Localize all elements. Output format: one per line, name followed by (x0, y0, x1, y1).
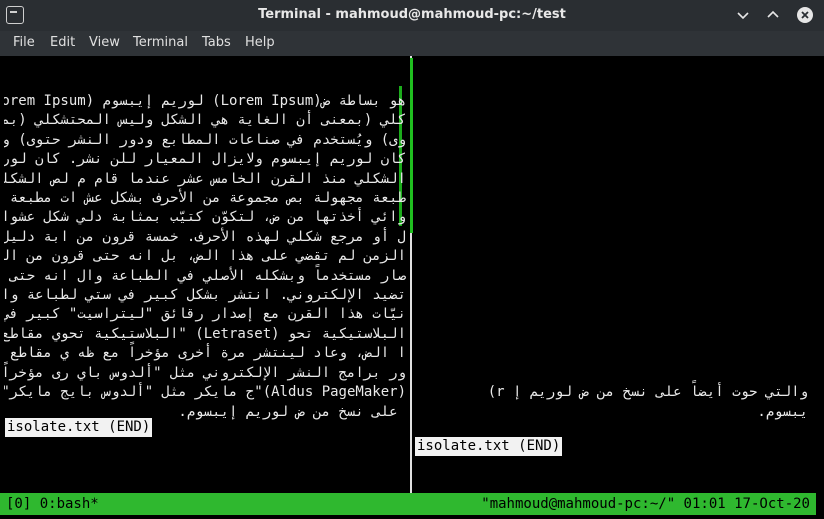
menu-bar: File Edit View Terminal Tabs Help (0, 31, 824, 56)
pane-line: وى) ويُستخدم في صناعات المطابع ودور النش… (4, 131, 406, 148)
active-pane-divider (410, 58, 413, 233)
pane-line (414, 131, 808, 150)
status-window-list[interactable]: [0] 0:bash* (6, 493, 99, 515)
pane-line: تضيد الإلكتروني. انتشر بشكل كبير في ستي … (4, 287, 406, 304)
close-icon (797, 7, 813, 23)
pane-line (414, 344, 808, 363)
pane-line (414, 92, 808, 111)
pane-line: كلي (بمعنى أن الغاية هي الشكل وليس المحت… (4, 112, 406, 129)
left-pane-end-marker: isolate.txt (END) (5, 418, 153, 437)
pane-line (414, 286, 808, 305)
window-title: Terminal - mahmoud@mahmoud-pc:~/test (258, 7, 566, 22)
maximize-button[interactable] (764, 6, 782, 24)
pane-line: ور برامج النشر الإلكتروني مثل "ألدوس باي… (4, 364, 406, 381)
menu-view[interactable]: View (89, 35, 120, 50)
pane-line: كان لوريم إيبسوم ولايزال المعيار للن نشر… (4, 151, 406, 168)
pane-line (414, 208, 808, 227)
pane-line: وائي أخذتها من ض، لتكوّن كتيّب بمثابة دل… (4, 209, 406, 226)
menu-help[interactable]: Help (245, 35, 275, 50)
terminal-area[interactable]: هو بساطة ض(Lorem Ipsum) لوريم إيبسوم (Lo… (0, 56, 824, 519)
pane-line: الزمن لم تقضي على هذا الض، بل انه حتى قر… (4, 248, 406, 265)
menu-file[interactable]: File (13, 35, 35, 50)
pane-line: طبعة مجهولة بص مجموعة من الأحرف بشكل عش … (9, 190, 406, 207)
chevron-up-icon (767, 10, 779, 18)
pane-line: صار مستخدماً وبشكله الأصلي في الطباعة وا… (9, 267, 406, 284)
pane-line: الشكلي منذ القرن الخامس عشر عندما قام م … (4, 170, 406, 187)
pane-line: ا الض، وعاد لينتشر مرة أخرى مؤخراً مع ظه… (9, 345, 406, 362)
pane-line: هو بساطة ض(Lorem Ipsum) لوريم إيبسوم (Lo… (4, 93, 406, 109)
scrollbar[interactable] (816, 56, 824, 519)
pane-line: (Aldus PageMaker)"ج مايكر مثل "ألدوس باي… (4, 384, 406, 401)
tmux-status-bar: [0] 0:bash* "mahmoud@mahmoud-pc:~/" 01:0… (0, 493, 824, 515)
pane-line: البلاستيكية تحو (Letraset) "البلاستيكية … (4, 325, 406, 342)
pane-line (414, 170, 808, 189)
chevron-down-icon (737, 12, 749, 20)
pane-line (414, 189, 808, 208)
close-button[interactable] (796, 6, 814, 24)
pane-line: يبسوم. (757, 403, 808, 420)
pane-line (414, 267, 808, 286)
pane-line (414, 325, 808, 344)
pane-line (414, 247, 808, 266)
title-bar: Terminal - mahmoud@mahmoud-pc:~/test (0, 0, 824, 31)
right-pane-text[interactable]: والتي حوت أيضاً على نسخ من ض لوريم إ r) ي… (414, 92, 808, 488)
pane-line (414, 228, 808, 247)
pane-line (414, 364, 808, 383)
pane-line (414, 150, 808, 169)
pane-line: نيّات هذا القرن مع إصدار رقائق "ليتراسيت… (4, 306, 406, 323)
status-host-time: "mahmoud@mahmoud-pc:~/" 01:01 17-Oct-20 (481, 496, 810, 512)
pane-line (414, 305, 808, 324)
pane-line: والتي حوت أيضاً على نسخ من ض لوريم إ r) (487, 384, 808, 401)
menu-tabs[interactable]: Tabs (202, 35, 231, 50)
minimize-button[interactable] (734, 6, 752, 24)
pane-line (414, 111, 808, 130)
pane-line: ل أو مرجع شكلي لهذه الأحرف. خمسة قرون من… (4, 228, 406, 245)
right-pane-end-marker: isolate.txt (END) (415, 437, 563, 456)
menu-terminal[interactable]: Terminal (133, 35, 188, 50)
menu-edit[interactable]: Edit (50, 35, 75, 50)
